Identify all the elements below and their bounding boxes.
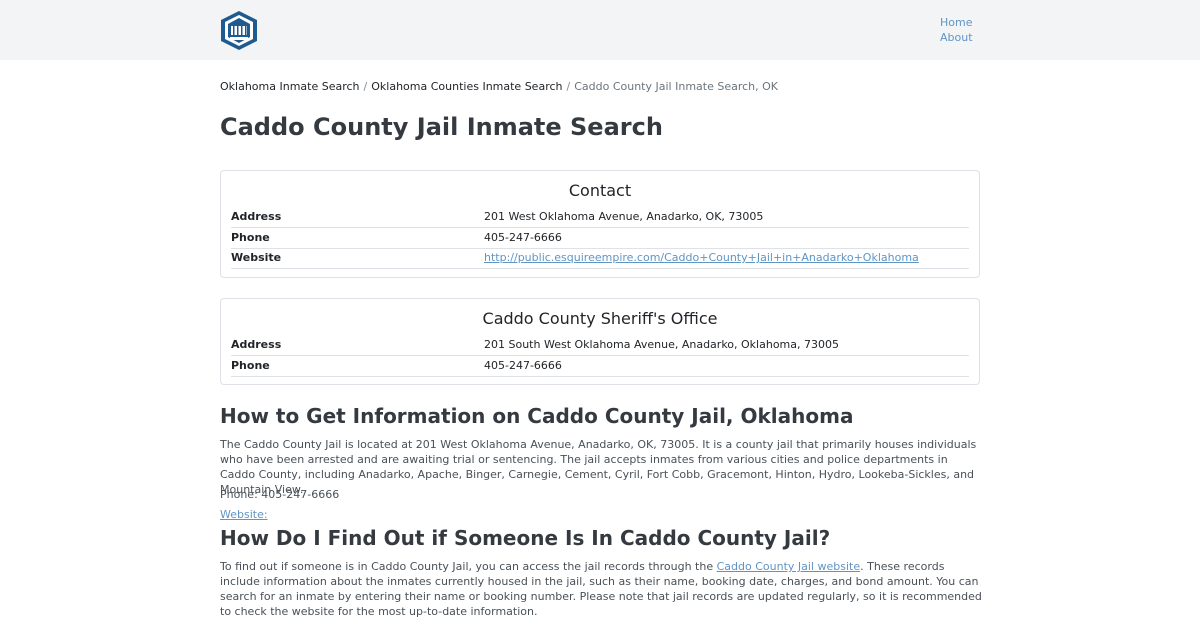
section-heading-find-inmate: How Do I Find Out if Someone Is In Caddo… [220,526,831,550]
contact-card: Contact Address 201 West Oklahoma Avenue… [220,170,980,278]
find-inmate-text-before: To find out if someone is in Caddo Count… [220,560,717,573]
contact-address-row: Address 201 West Oklahoma Avenue, Anadar… [231,208,969,228]
breadcrumb-separator: / [566,80,571,93]
contact-phone-row: Phone 405-247-6666 [231,229,969,249]
jail-website-line: Website: [220,508,268,522]
breadcrumb-oklahoma-inmate-search[interactable]: Oklahoma Inmate Search [220,80,360,94]
section-heading-jail-info: How to Get Information on Caddo County J… [220,404,854,428]
sheriff-office-card: Caddo County Sheriff's Office Address 20… [220,298,980,385]
sheriff-address-row: Address 201 South West Oklahoma Avenue, … [231,336,969,356]
nav-about-link[interactable]: About [940,30,973,45]
page-title: Caddo County Jail Inmate Search [220,113,663,141]
main-nav: Home About [940,15,973,45]
jail-phone-line: Phone: 405-247-6666 [220,488,340,501]
contact-website-label: Website [231,251,282,264]
sheriff-card-title: Caddo County Sheriff's Office [482,309,718,328]
find-inmate-paragraph: To find out if someone is in Caddo Count… [220,559,982,619]
breadcrumb-oklahoma-counties[interactable]: Oklahoma Counties Inmate Search [371,80,562,94]
top-navbar: Home About [0,0,1200,60]
contact-address-label: Address [231,210,282,223]
breadcrumb-separator: / [363,80,368,93]
sheriff-address-label: Address [231,338,282,351]
breadcrumb: Oklahoma Inmate Search / Oklahoma Counties… [220,80,778,94]
jail-website-link[interactable]: Website: [220,508,268,521]
caddo-jail-website-link[interactable]: Caddo County Jail website [717,560,861,573]
contact-website-row: Website http://public.esquireempire.com/… [231,249,969,269]
jail-badge-icon[interactable] [220,10,258,51]
contact-card-title: Contact [568,181,632,200]
contact-phone-label: Phone [231,231,270,244]
contact-website-link[interactable]: http://public.esquireempire.com/Caddo+Co… [484,249,919,267]
contact-address-value: 201 West Oklahoma Avenue, Anadarko, OK, … [484,210,764,223]
sheriff-phone-value: 405-247-6666 [484,359,562,372]
contact-phone-value: 405-247-6666 [484,231,562,244]
breadcrumb-current: Caddo County Jail Inmate Search, OK [574,80,779,93]
sheriff-address-value: 201 South West Oklahoma Avenue, Anadarko… [484,338,839,351]
sheriff-phone-row: Phone 405-247-6666 [231,357,969,377]
sheriff-phone-label: Phone [231,359,270,372]
nav-home-link[interactable]: Home [940,15,973,30]
